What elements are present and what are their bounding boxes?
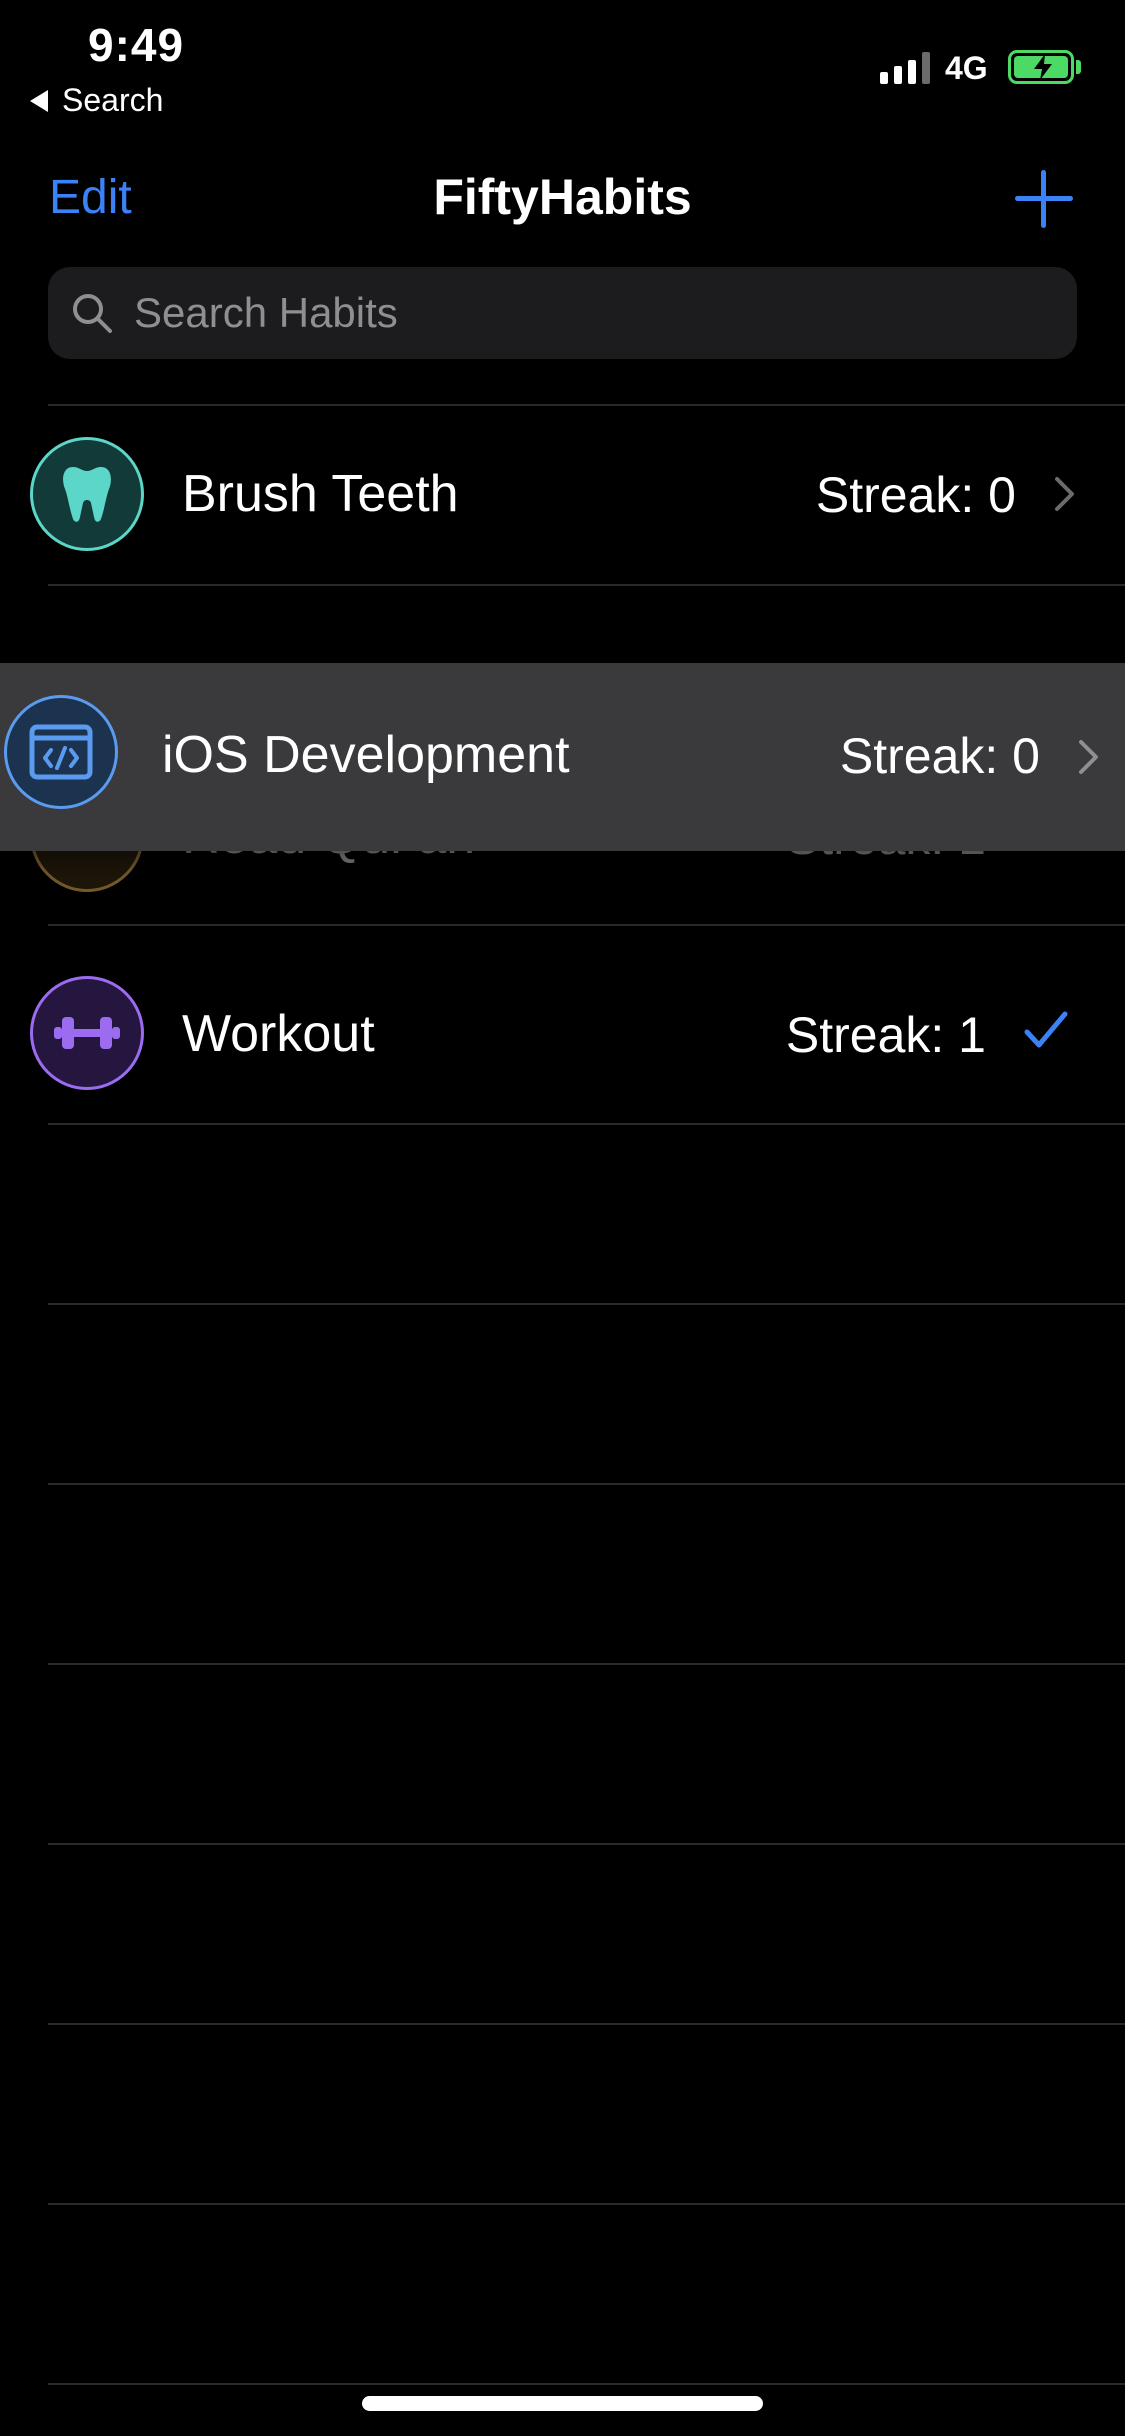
- habit-streak: Streak: 0: [815, 467, 1016, 523]
- chevron-right-icon: [1079, 740, 1098, 774]
- row-separator: [48, 584, 1125, 586]
- habit-avatar: [4, 695, 118, 809]
- charging-bolt-icon: [1034, 54, 1052, 80]
- row-separator: [48, 924, 1125, 926]
- battery-tip: [1076, 60, 1081, 74]
- search-input[interactable]: [132, 288, 1036, 338]
- habit-streak: Streak: 1: [785, 1007, 986, 1063]
- code-window-icon: [29, 724, 93, 780]
- habit-streak: Streak: 0: [839, 728, 1040, 784]
- habit-row-brush-teeth[interactable]: Brush Teeth Streak: 0: [0, 406, 1125, 584]
- habit-name: Workout: [182, 1005, 375, 1063]
- cellular-signal-icon: [880, 52, 930, 84]
- dumbbell-icon: [54, 1017, 120, 1049]
- habit-avatar: [30, 976, 144, 1090]
- row-separator: [48, 1483, 1125, 1485]
- habit-row-ios-development-dragging[interactable]: iOS Development Streak: 0: [0, 663, 1125, 851]
- row-separator: [48, 2203, 1125, 2205]
- row-separator: [48, 1843, 1125, 1845]
- back-to-search[interactable]: Search: [30, 82, 163, 119]
- habit-name: iOS Development: [162, 726, 570, 784]
- home-indicator[interactable]: [362, 2396, 763, 2411]
- search-bar[interactable]: [48, 267, 1077, 359]
- back-triangle-icon: [30, 89, 48, 112]
- status-time: 9:49: [88, 19, 185, 71]
- habit-row-workout[interactable]: Workout Streak: 1: [0, 946, 1125, 1124]
- habit-name: Brush Teeth: [182, 465, 459, 523]
- chevron-right-icon: [1055, 477, 1074, 511]
- page-title: FiftyHabits: [433, 169, 692, 225]
- row-separator: [48, 2383, 1125, 2385]
- checkmark-icon: [1024, 1011, 1068, 1048]
- battery-icon: [1008, 50, 1074, 84]
- row-separator: [48, 2023, 1125, 2025]
- habit-avatar: [30, 437, 144, 551]
- row-separator: [48, 1663, 1125, 1665]
- row-separator: [48, 1303, 1125, 1305]
- search-icon: [73, 294, 112, 333]
- network-label: 4G: [945, 50, 988, 86]
- back-label: Search: [62, 82, 164, 118]
- tooth-icon: [63, 467, 111, 522]
- add-habit-button[interactable]: [1015, 170, 1073, 228]
